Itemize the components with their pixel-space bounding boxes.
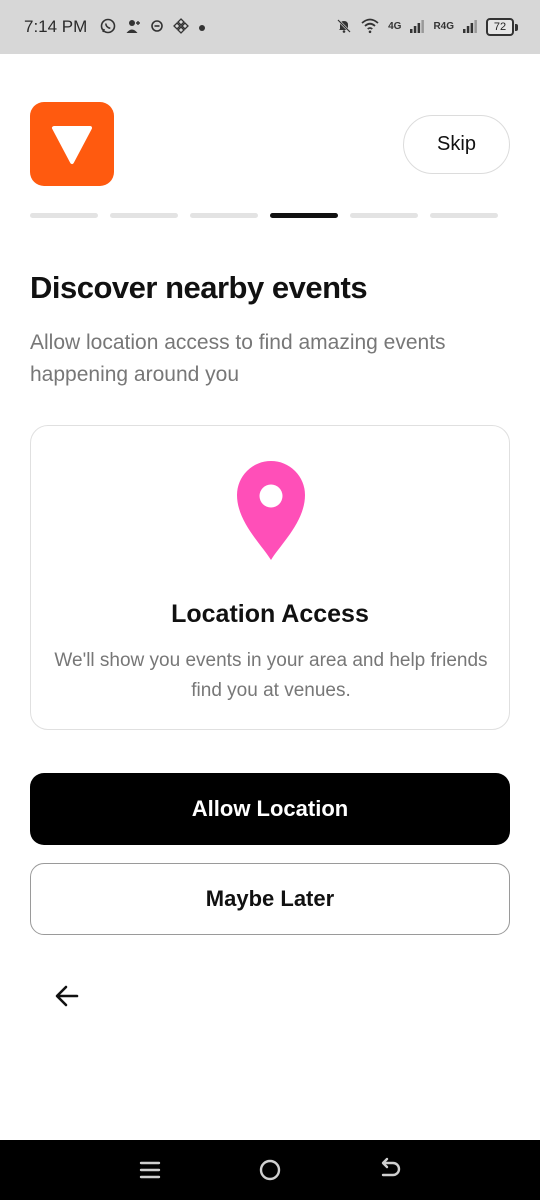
app-logo <box>30 102 114 186</box>
person-icon <box>125 18 141 37</box>
page-subtitle: Allow location access to find amazing ev… <box>30 331 446 386</box>
allow-location-button[interactable]: Allow Location <box>30 773 510 845</box>
back-button[interactable] <box>44 973 90 1019</box>
network-type-label-2: R4G <box>433 21 454 32</box>
recent-apps-icon <box>139 1161 161 1179</box>
battery-tip <box>515 23 518 31</box>
system-nav-bar <box>0 1140 540 1200</box>
map-pin-icon <box>237 461 305 560</box>
progress-step <box>430 213 498 218</box>
binance-icon <box>173 17 190 37</box>
home-icon <box>259 1159 281 1181</box>
progress-step-current <box>270 213 338 218</box>
logo-arrow-icon <box>52 126 92 164</box>
arrow-left-icon <box>55 985 79 1007</box>
sync-icon <box>150 19 164 36</box>
status-right: 4G R4G 72 <box>336 18 518 37</box>
whatsapp-icon <box>100 18 116 37</box>
location-info-card: Location Access We'll show you events in… <box>30 425 510 730</box>
battery-level: 72 <box>486 18 514 36</box>
recent-apps-button[interactable] <box>130 1150 170 1190</box>
page-title: Discover nearby events <box>30 270 368 305</box>
wifi-icon <box>361 18 379 37</box>
system-back-button[interactable] <box>370 1150 410 1190</box>
home-button[interactable] <box>250 1150 290 1190</box>
status-bar: 7:14 PM 4G R4G 72 <box>0 0 540 54</box>
battery-icon: 72 <box>486 18 518 36</box>
progress-step <box>110 213 178 218</box>
maybe-later-button[interactable]: Maybe Later <box>30 863 510 935</box>
signal-icon <box>410 19 425 36</box>
signal-icon-2 <box>463 19 477 36</box>
status-time: 7:14 PM <box>24 17 88 36</box>
onboarding-screen: 7:14 PM 4G R4G 72 Skip Discover nearby e… <box>0 0 540 1200</box>
skip-button[interactable]: Skip <box>403 115 510 174</box>
progress-step <box>350 213 418 218</box>
progress-step <box>190 213 258 218</box>
back-icon <box>381 1157 401 1177</box>
dot-icon <box>198 20 206 35</box>
bell-off-icon <box>336 18 352 37</box>
network-type-label: 4G <box>388 21 402 32</box>
status-left: 7:14 PM <box>24 17 206 37</box>
card-title: Location Access <box>171 600 369 628</box>
progress-indicator <box>30 213 498 219</box>
progress-step <box>30 213 98 218</box>
card-description: We'll show you events in your area and h… <box>54 650 488 701</box>
